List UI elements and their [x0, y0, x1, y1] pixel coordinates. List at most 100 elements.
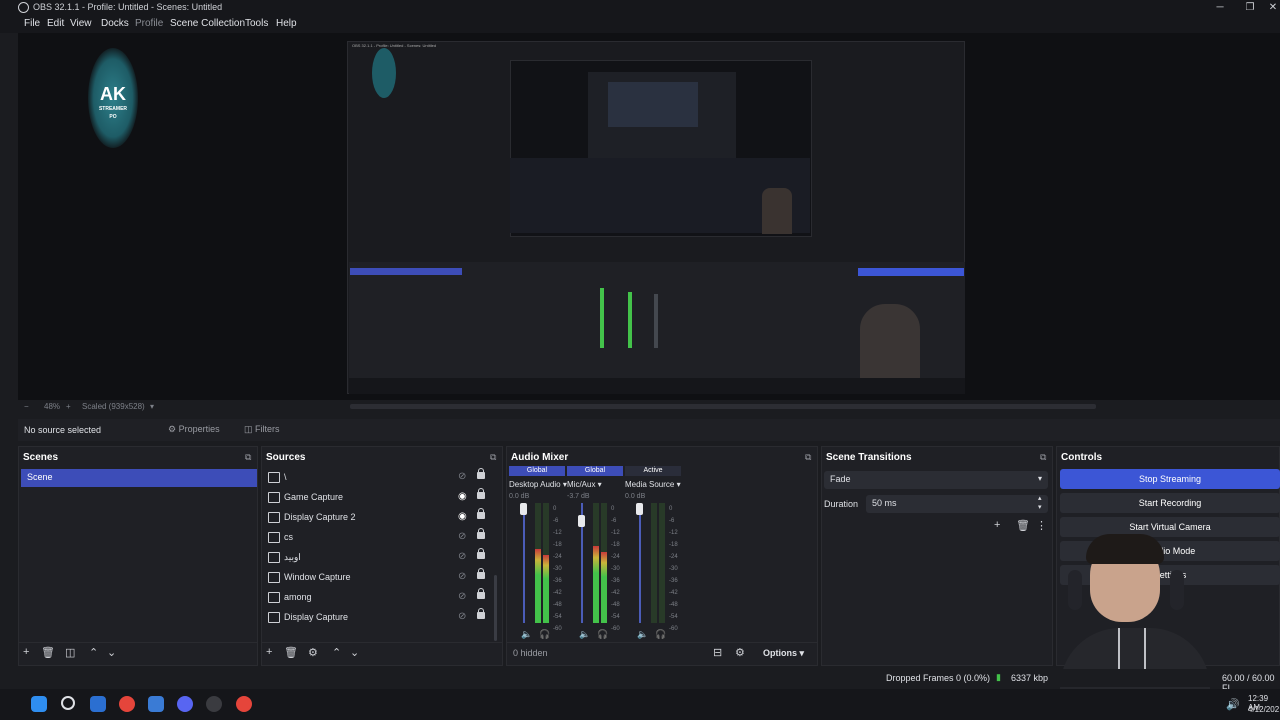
eye-hidden-icon[interactable]: ⊘ — [458, 471, 466, 482]
source-row[interactable]: اوبيد ⊘ — [266, 548, 502, 569]
source-row[interactable]: \ ⊘ — [266, 468, 502, 489]
zoom-in-icon[interactable]: + — [66, 402, 71, 411]
eye-hidden-icon[interactable]: ⊘ — [458, 571, 466, 582]
menu-docks[interactable]: Docks — [101, 18, 129, 29]
obs-icon[interactable] — [206, 696, 222, 712]
menu-scene-collection[interactable]: Scene Collection — [170, 18, 245, 29]
fader-handle[interactable] — [636, 503, 643, 515]
scene-item[interactable]: Scene — [21, 469, 257, 487]
source-properties-icon[interactable]: ⚙ — [308, 646, 318, 659]
eye-hidden-icon[interactable]: ⊘ — [458, 531, 466, 542]
photos-icon[interactable] — [148, 696, 164, 712]
eye-hidden-icon[interactable]: ⊘ — [458, 551, 466, 562]
title-bar: OBS 32.1.1 - Profile: Untitled - Scenes:… — [0, 0, 1280, 16]
source-row[interactable]: Display Capture 2 ◉ — [266, 508, 502, 529]
remove-scene-icon[interactable]: 🗑 — [41, 646, 55, 659]
close-icon[interactable]: ✕ — [1258, 0, 1280, 16]
discord-icon[interactable] — [177, 696, 193, 712]
undock-icon[interactable]: ⧉ — [1040, 452, 1046, 463]
windows-start-icon[interactable] — [31, 696, 47, 712]
eye-hidden-icon[interactable]: ⊘ — [458, 611, 466, 622]
lock-icon[interactable] — [477, 468, 485, 479]
scale-tick: -24 — [611, 554, 620, 560]
menu-profile[interactable]: Profile — [135, 18, 163, 29]
lock-icon[interactable] — [477, 528, 485, 539]
channel-badge: Active — [625, 466, 681, 476]
lock-icon[interactable] — [477, 548, 485, 559]
menu-help[interactable]: Help — [276, 18, 297, 29]
advanced-audio-icon[interactable]: ⚙ — [735, 646, 745, 659]
source-row[interactable]: Window Capture ⊘ — [266, 568, 502, 589]
properties-button[interactable]: ⚙ Properties — [168, 424, 220, 435]
eye-icon[interactable]: ◉ — [458, 491, 467, 502]
search-icon[interactable] — [61, 696, 75, 710]
undock-icon[interactable]: ⧉ — [490, 452, 496, 463]
source-label: among — [284, 592, 312, 602]
move-down-icon[interactable]: ⌄ — [107, 646, 116, 659]
scene-filters-icon[interactable]: ◫ — [65, 646, 75, 659]
mixer-options-button[interactable]: Options ▾ — [763, 648, 804, 659]
zoom-out-icon[interactable]: − — [24, 402, 29, 411]
add-source-icon[interactable]: + — [266, 646, 272, 658]
channel-name[interactable]: Media Source ▾ — [625, 480, 695, 489]
scale-tick: -30 — [669, 566, 678, 572]
vertical-layout-icon[interactable]: ⊟ — [713, 646, 722, 659]
headphones-icon[interactable]: 🎧 — [597, 629, 608, 640]
source-row[interactable]: among ⊘ — [266, 588, 502, 609]
lock-icon[interactable] — [477, 608, 485, 619]
volume-fader[interactable] — [639, 503, 641, 623]
add-transition-icon[interactable]: + — [994, 519, 1000, 531]
undock-icon[interactable]: ⧉ — [805, 452, 811, 463]
source-row[interactable]: cs ⊘ — [266, 528, 502, 549]
scale-tick: -12 — [669, 530, 678, 536]
volume-icon[interactable]: 🔊 — [1226, 698, 1240, 711]
fader-handle[interactable] — [520, 503, 527, 515]
mixer-channel: Global Mic/Aux ▾ -3.7 dB 🔈 🎧 0 -6 -12 -18 -24 -30-… — [567, 466, 623, 641]
filters-button[interactable]: ◫ Filters — [244, 424, 280, 435]
menu-view[interactable]: View — [70, 18, 92, 29]
menu-file[interactable]: File — [24, 18, 40, 29]
source-row[interactable]: Display Capture ⊘ — [266, 608, 502, 629]
meter-scale: 0 -6 -12 -18 -24 -30 -36 -42 -48 -54 -60 — [669, 503, 678, 635]
nested-obs-preview: OBS 32.1.1 - Profile: Untitled - Scenes:… — [347, 41, 965, 394]
minimize-icon[interactable]: ─ — [1205, 0, 1235, 16]
control-button[interactable]: Start Recording — [1060, 493, 1280, 513]
fader-handle[interactable] — [578, 515, 585, 527]
transition-select[interactable]: Fade ▾ — [824, 471, 1048, 489]
remove-source-icon[interactable]: 🗑 — [284, 646, 298, 659]
gamepad-icon — [268, 532, 280, 543]
chrome-icon[interactable] — [236, 696, 252, 712]
control-button[interactable]: Stop Streaming — [1060, 469, 1280, 489]
speaker-icon[interactable]: 🔈 — [637, 629, 648, 640]
dropped-frames: Dropped Frames 0 (0.0%) — [886, 673, 991, 683]
menu-edit[interactable]: Edit — [47, 18, 64, 29]
lock-icon[interactable] — [477, 508, 485, 519]
remove-transition-icon[interactable]: 🗑 — [1016, 519, 1030, 532]
speaker-icon[interactable]: 🔈 — [579, 629, 590, 640]
undock-icon[interactable]: ⧉ — [245, 452, 251, 463]
add-scene-icon[interactable]: + — [23, 646, 29, 658]
duration-spinbox[interactable]: 50 ms ▴ ▾ — [866, 495, 1048, 513]
lock-icon[interactable] — [477, 488, 485, 499]
chrome-icon[interactable] — [119, 696, 135, 712]
scale-dropdown-icon[interactable]: ▾ — [150, 402, 154, 411]
eye-icon[interactable]: ◉ — [458, 511, 467, 522]
lock-icon[interactable] — [477, 568, 485, 579]
source-row[interactable]: Game Capture ◉ — [266, 488, 502, 509]
menu-tools[interactable]: Tools — [245, 18, 268, 29]
move-up-icon[interactable]: ⌃ — [89, 646, 98, 659]
scale-tick: -60 — [669, 626, 678, 632]
file-explorer-icon[interactable] — [90, 696, 106, 712]
source-label: اوبيد — [284, 552, 301, 562]
volume-fader[interactable] — [523, 503, 525, 623]
eye-hidden-icon[interactable]: ⊘ — [458, 591, 466, 602]
streamer-logo: AK STREAMER PO — [88, 48, 138, 148]
speaker-icon[interactable]: 🔈 — [521, 629, 532, 640]
lock-icon[interactable] — [477, 588, 485, 599]
scale-tick: -30 — [553, 566, 562, 572]
move-down-icon[interactable]: ⌄ — [350, 646, 359, 659]
headphones-icon[interactable]: 🎧 — [539, 629, 550, 640]
headphones-icon[interactable]: 🎧 — [655, 629, 666, 640]
move-up-icon[interactable]: ⌃ — [332, 646, 341, 659]
preview-canvas[interactable]: AK STREAMER PO OBS 32.1.1 - Profile: Unt… — [18, 33, 1280, 400]
